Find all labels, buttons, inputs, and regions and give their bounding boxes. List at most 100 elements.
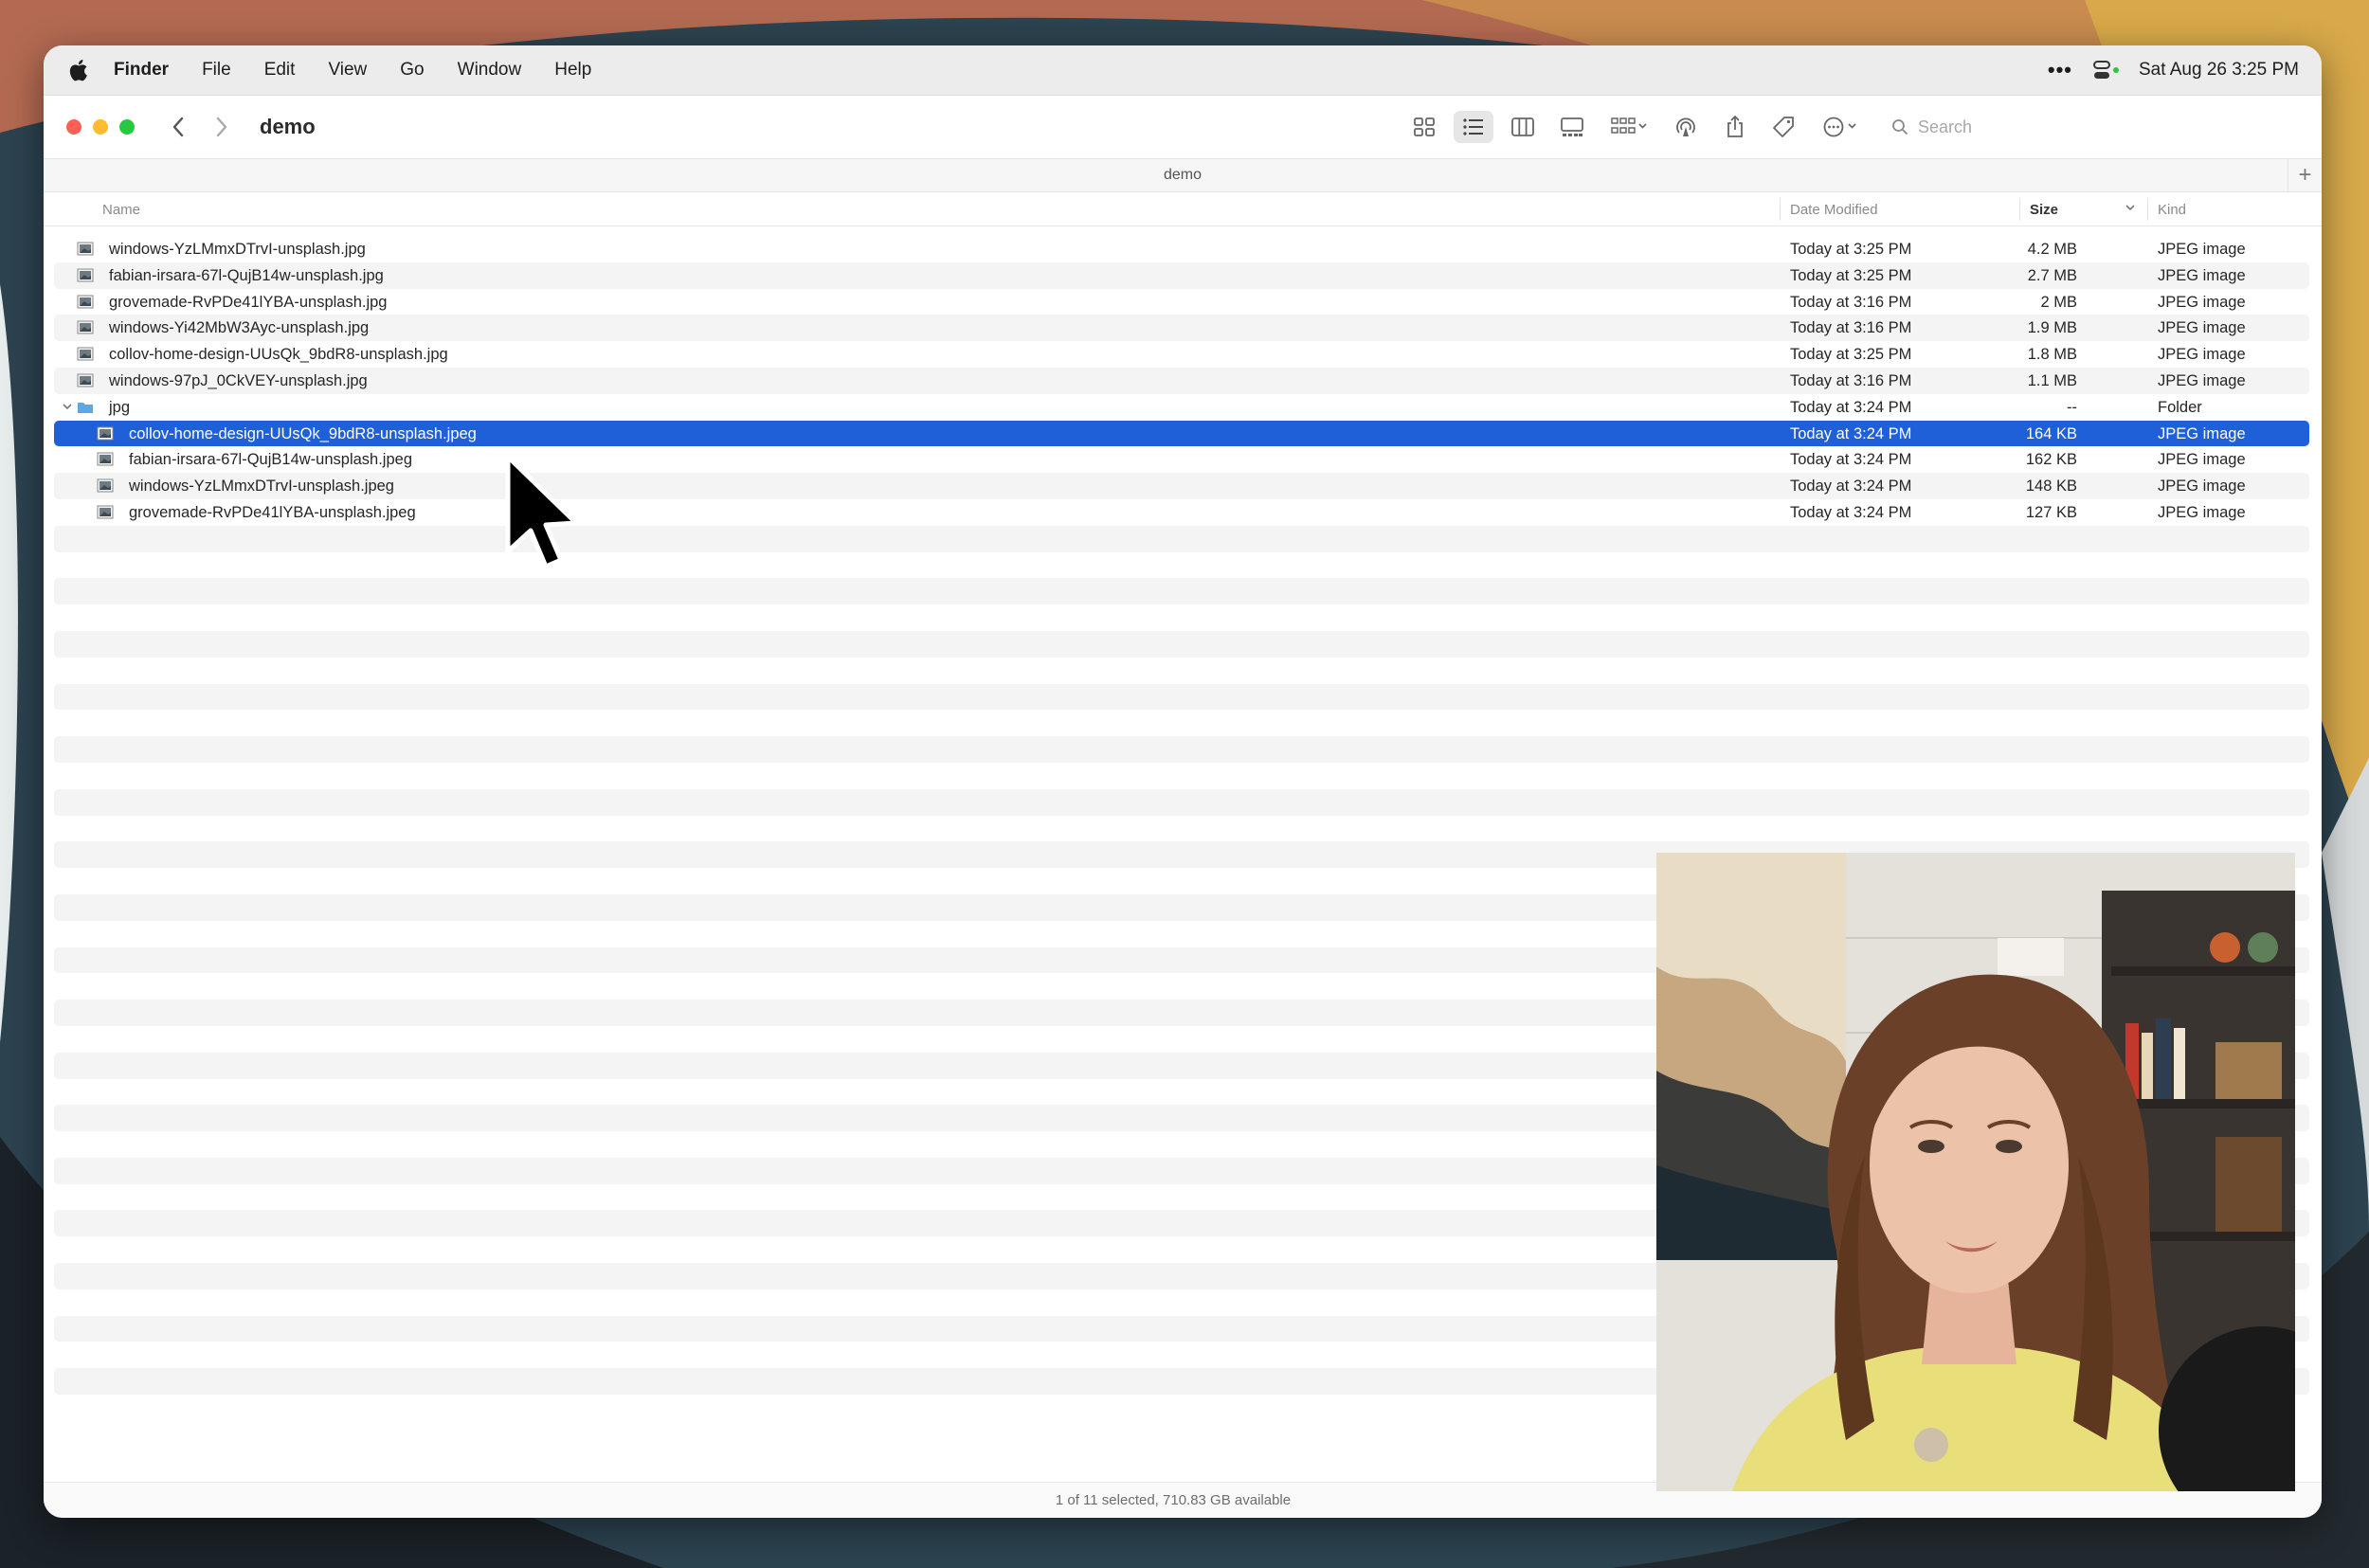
- file-row[interactable]: collov-home-design-UUsQk_9bdR8-unsplash.…: [54, 341, 2309, 368]
- file-row[interactable]: collov-home-design-UUsQk_9bdR8-unsplash.…: [54, 420, 2309, 447]
- share-button[interactable]: [1715, 111, 1755, 143]
- empty-list-row: [54, 604, 2309, 631]
- search-field[interactable]: [1886, 110, 2303, 144]
- file-size: 2.7 MB: [2027, 266, 2077, 284]
- zoom-button[interactable]: [119, 119, 135, 135]
- menu-window[interactable]: Window: [458, 60, 522, 81]
- empty-list-row: [54, 658, 2309, 684]
- menu-go[interactable]: Go: [400, 60, 424, 81]
- menubar-overflow-icon[interactable]: •••: [2048, 58, 2072, 82]
- file-date: Today at 3:25 PM: [1790, 241, 1912, 258]
- group-by-button[interactable]: [1601, 111, 1656, 143]
- file-size: 4.2 MB: [2027, 241, 2077, 258]
- column-kind-header[interactable]: Kind: [2158, 202, 2186, 218]
- menubar-status-area: ••• Sat Aug 26 3:25 PM: [2048, 58, 2299, 82]
- file-name: windows-97pJ_0CkVEY-unsplash.jpg: [109, 371, 368, 389]
- column-view-button[interactable]: [1503, 111, 1543, 143]
- back-button[interactable]: [167, 114, 190, 140]
- column-separator[interactable]: [2019, 198, 2020, 221]
- file-date: Today at 3:25 PM: [1790, 266, 1912, 284]
- file-row[interactable]: windows-YzLMmxDTrvI-unsplash.jpg Today at…: [54, 236, 2309, 262]
- file-size: 1.8 MB: [2027, 346, 2077, 364]
- file-name: fabian-irsara-67l-QujB14w-unsplash.jpeg: [129, 451, 412, 469]
- file-date: Today at 3:16 PM: [1790, 371, 1912, 389]
- menubar-clock[interactable]: Sat Aug 26 3:25 PM: [2139, 60, 2299, 81]
- column-size-header[interactable]: Size: [2030, 202, 2058, 218]
- image-file-icon: [97, 452, 114, 466]
- image-file-icon: [77, 320, 94, 334]
- webcam-overlay: K: [1656, 853, 2295, 1491]
- list-view-icon: [1463, 118, 1483, 135]
- folder-row[interactable]: jpg Today at 3:24 PM -- Folder: [54, 394, 2309, 421]
- control-center-icon[interactable]: [2092, 60, 2122, 81]
- toolbar-actions: [1395, 110, 2303, 144]
- search-input[interactable]: [1918, 117, 2259, 137]
- file-kind: JPEG image: [2158, 319, 2246, 337]
- image-file-icon: [77, 268, 94, 282]
- column-header: Name Date Modified Size Kind: [44, 192, 2322, 226]
- tab-bar: demo +: [44, 158, 2322, 192]
- menu-bar: Finder File Edit View Go Window Help •••…: [44, 45, 2322, 96]
- file-name: collov-home-design-UUsQk_9bdR8-unsplash.…: [129, 424, 477, 442]
- file-kind: JPEG image: [2158, 293, 2246, 311]
- menu-finder[interactable]: Finder: [114, 60, 169, 81]
- menu-view[interactable]: View: [328, 60, 367, 81]
- file-row[interactable]: grovemade-RvPDe41lYBA-unsplash.jpeg Today…: [54, 499, 2309, 526]
- airdrop-button[interactable]: [1666, 111, 1706, 143]
- gallery-view-button[interactable]: [1552, 111, 1592, 143]
- file-size: 162 KB: [2025, 451, 2077, 469]
- column-separator[interactable]: [2147, 198, 2148, 221]
- icon-view-button[interactable]: [1404, 111, 1444, 143]
- file-row[interactable]: grovemade-RvPDe41lYBA-unsplash.jpg Today …: [54, 289, 2309, 315]
- minimize-button[interactable]: [93, 119, 108, 135]
- window-title: demo: [260, 115, 316, 138]
- file-kind: JPEG image: [2158, 503, 2246, 521]
- empty-list-row: [54, 788, 2309, 816]
- new-tab-button[interactable]: +: [2288, 159, 2322, 191]
- file-row[interactable]: fabian-irsara-67l-QujB14w-unsplash.jpeg T…: [54, 446, 2309, 473]
- column-date-header[interactable]: Date Modified: [1790, 202, 1878, 218]
- file-row[interactable]: windows-Yi42MbW3Ayc-unsplash.jpg Today at…: [54, 315, 2309, 342]
- grid-view-icon: [1414, 117, 1435, 136]
- list-view-button[interactable]: [1454, 111, 1493, 143]
- empty-list-row: [54, 525, 2309, 552]
- file-row[interactable]: fabian-irsara-67l-QujB14w-unsplash.jpg To…: [54, 261, 2309, 289]
- tag-icon: [1773, 117, 1794, 137]
- empty-list-row: [54, 763, 2309, 789]
- apple-menu-icon[interactable]: [66, 58, 89, 82]
- file-row[interactable]: windows-YzLMmxDTrvI-unsplash.jpeg Today a…: [54, 473, 2309, 499]
- disclosure-chevron-down-icon[interactable]: [62, 401, 73, 412]
- empty-list-row: [54, 552, 2309, 579]
- menu-help[interactable]: Help: [554, 60, 591, 81]
- file-kind: JPEG image: [2158, 346, 2246, 364]
- window-controls: [66, 119, 146, 135]
- airdrop-icon: [1676, 117, 1695, 136]
- file-date: Today at 3:25 PM: [1790, 346, 1912, 364]
- image-file-icon: [77, 373, 94, 387]
- tags-button[interactable]: [1764, 111, 1804, 143]
- mouse-cursor-icon: [505, 454, 578, 569]
- file-name: windows-YzLMmxDTrvI-unsplash.jpeg: [129, 478, 394, 496]
- file-date: Today at 3:24 PM: [1790, 451, 1912, 469]
- file-size: 148 KB: [2025, 478, 2077, 496]
- file-date: Today at 3:24 PM: [1790, 424, 1912, 442]
- file-kind: Folder: [2158, 398, 2202, 416]
- file-kind: JPEG image: [2158, 424, 2246, 442]
- column-name-header[interactable]: Name: [102, 202, 140, 218]
- presenter-video: K: [1656, 853, 2295, 1491]
- file-kind: JPEG image: [2158, 241, 2246, 258]
- forward-button[interactable]: [210, 114, 233, 140]
- image-file-icon: [97, 478, 114, 493]
- file-row[interactable]: windows-97pJ_0CkVEY-unsplash.jpg Today at…: [54, 367, 2309, 394]
- ellipsis-circle-icon: [1823, 117, 1856, 137]
- toolbar: demo: [44, 96, 2322, 158]
- chevron-left-icon: [172, 117, 184, 137]
- close-button[interactable]: [66, 119, 81, 135]
- menu-file[interactable]: File: [202, 60, 231, 81]
- column-separator[interactable]: [1780, 198, 1781, 221]
- tab-demo[interactable]: demo: [1164, 167, 1202, 184]
- menu-edit[interactable]: Edit: [264, 60, 296, 81]
- more-actions-button[interactable]: [1814, 111, 1869, 143]
- file-size: 127 KB: [2025, 503, 2077, 521]
- folder-icon: [78, 402, 93, 413]
